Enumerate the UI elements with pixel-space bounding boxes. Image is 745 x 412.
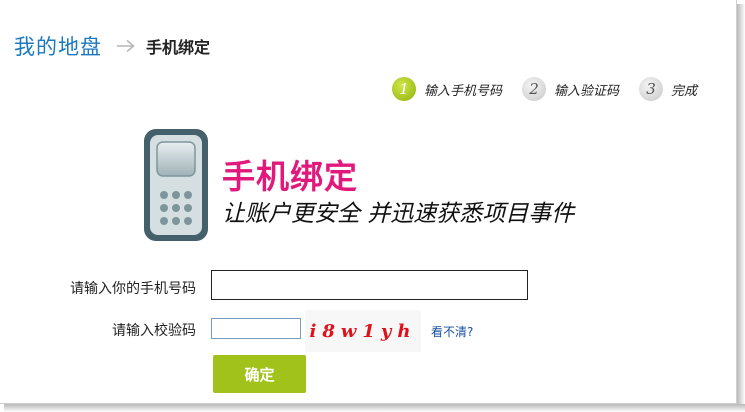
captcha-image[interactable]: i8w1yh: [305, 310, 421, 352]
hero-subtitle: 让账户更安全 并迅速获悉项目事件: [222, 201, 575, 227]
page-panel: 我的地盘 手机绑定 1 输入手机号码 2 输入验证码 3 完成 手机绑定 让账户…: [0, 0, 737, 404]
step-2: 2 输入验证码: [522, 77, 619, 101]
step-label: 完成: [671, 83, 698, 99]
step-number-badge: 1: [392, 77, 416, 101]
panel-shadow-bottom: [4, 404, 745, 412]
step-indicator: 1 输入手机号码 2 输入验证码 3 完成: [392, 77, 697, 101]
refresh-captcha-link[interactable]: 看不清?: [431, 323, 473, 340]
breadcrumb-home-link[interactable]: 我的地盘: [14, 31, 102, 61]
hero-title: 手机绑定: [222, 157, 358, 196]
step-number-badge: 2: [522, 77, 547, 101]
breadcrumb: 我的地盘 手机绑定: [14, 30, 210, 62]
step-label: 输入验证码: [554, 83, 620, 99]
panel-shadow-right: [737, 4, 745, 412]
code-label: 请输入校验码: [112, 323, 196, 339]
step-1: 1 输入手机号码: [392, 77, 502, 101]
phone-label: 请输入你的手机号码: [70, 281, 196, 297]
phone-input[interactable]: [211, 270, 528, 300]
mobile-phone-icon: [144, 129, 208, 241]
breadcrumb-current: 手机绑定: [146, 38, 211, 57]
step-number-badge: 3: [639, 77, 664, 101]
verification-code-input[interactable]: [211, 318, 301, 339]
arrow-right-icon: [116, 39, 136, 53]
submit-button[interactable]: 确定: [213, 355, 306, 393]
step-3: 3 完成: [639, 77, 697, 101]
step-label: 输入手机号码: [424, 83, 503, 99]
